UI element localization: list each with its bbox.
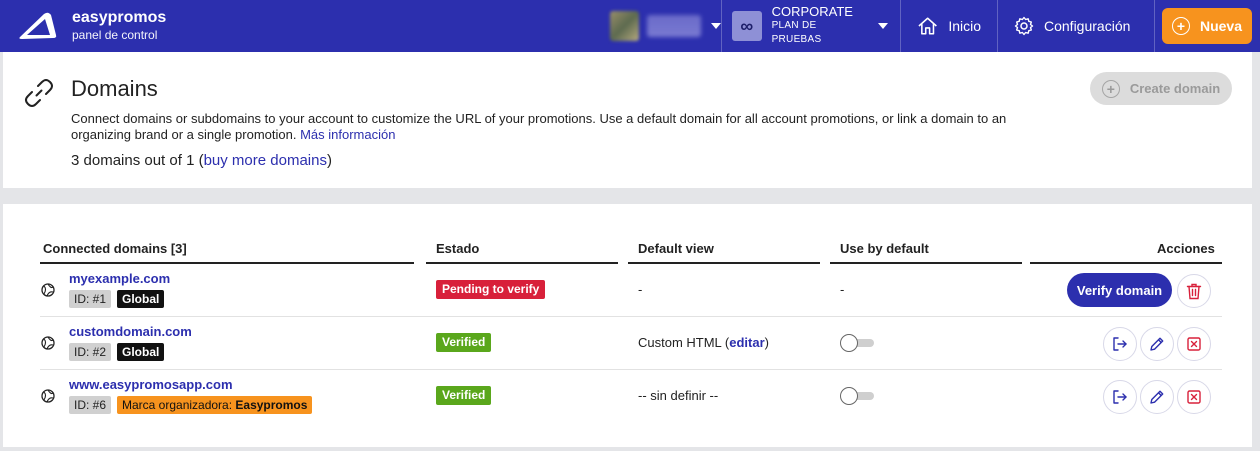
new-button-label: Nueva — [1199, 18, 1243, 34]
row-divider — [40, 369, 1222, 370]
plan-selector[interactable]: ∞ CORPORATE PLAN DE PRUEBAS — [722, 0, 901, 52]
sign-out-icon — [1113, 390, 1127, 404]
brand-subtitle: panel de control — [72, 28, 158, 42]
chevron-down-icon — [711, 23, 721, 29]
pencil-icon — [1150, 390, 1164, 404]
domain-link[interactable]: myexample.com — [69, 271, 170, 286]
open-domain-button[interactable] — [1103, 327, 1137, 361]
plus-circle-icon: + — [1101, 79, 1120, 98]
globe-icon — [41, 389, 55, 403]
domain-id-tag: ID: #6 — [69, 396, 112, 414]
account-name-blurred — [646, 15, 701, 37]
trash-icon — [1186, 283, 1202, 299]
easypromos-logo-icon — [19, 12, 57, 39]
domains-table-card: Connected domains [3] Estado Default vie… — [3, 204, 1252, 447]
nav-settings[interactable]: Configuración — [998, 0, 1155, 52]
chevron-down-icon — [878, 23, 888, 29]
account-switcher[interactable] — [605, 0, 722, 52]
header-divider — [628, 262, 820, 264]
create-domain-button[interactable]: + Create domain — [1090, 72, 1232, 105]
close-square-icon — [1187, 390, 1201, 404]
brand-name: easypromos — [72, 9, 167, 26]
column-header-actions: Acciones — [1157, 241, 1215, 256]
account-avatar — [610, 11, 639, 41]
status-badge: Verified — [436, 333, 492, 352]
domain-link[interactable]: www.easypromosapp.com — [69, 377, 233, 392]
open-domain-button[interactable] — [1103, 380, 1137, 414]
default-view-value: Custom HTML (editar) — [638, 335, 769, 350]
pencil-icon — [1150, 337, 1164, 351]
domain-id-tag: ID: #2 — [69, 343, 112, 361]
status-badge: Verified — [436, 386, 492, 405]
scope-tag: Global — [117, 343, 165, 361]
column-header-default-view: Default view — [638, 241, 714, 256]
remove-domain-button[interactable] — [1177, 327, 1211, 361]
more-info-link[interactable]: Más información — [300, 127, 395, 142]
header-divider — [426, 262, 618, 264]
page-description: Connect domains or subdomains to your ac… — [71, 111, 1007, 142]
header-divider — [1030, 262, 1222, 264]
nav-home-label: Inicio — [948, 18, 981, 34]
header-divider — [40, 262, 414, 264]
home-icon — [918, 17, 937, 35]
close-square-icon — [1187, 337, 1201, 351]
create-domain-label: Create domain — [1129, 81, 1221, 96]
domain-id-tag: ID: #1 — [69, 290, 112, 308]
nav-settings-label: Configuración — [1044, 18, 1131, 34]
plan-name: CORPORATE — [771, 4, 853, 19]
edit-domain-button[interactable] — [1140, 327, 1174, 361]
nav-home[interactable]: Inicio — [901, 0, 998, 52]
verify-domain-button[interactable]: Verify domain — [1067, 273, 1172, 307]
plan-subtitle: PLAN DE PRUEBAS — [771, 20, 822, 45]
status-badge: Pending to verify — [436, 280, 546, 299]
domains-header-card: Domains Connect domains or subdomains to… — [3, 52, 1252, 188]
domain-count: 3 domains out of 1 (buy more domains) — [71, 152, 332, 169]
globe-icon — [41, 336, 55, 350]
edit-default-view-link[interactable]: editar — [729, 335, 764, 350]
plus-icon: + — [1171, 17, 1190, 35]
infinity-icon: ∞ — [732, 11, 762, 41]
brand-block[interactable]: easypromos panel de control — [0, 0, 605, 52]
column-header-status: Estado — [436, 241, 480, 256]
use-by-default-value: - — [840, 282, 845, 297]
new-promotion-button[interactable]: + Nueva — [1162, 8, 1252, 44]
edit-domain-button[interactable] — [1140, 380, 1174, 414]
domain-link[interactable]: customdomain.com — [69, 324, 192, 339]
page-title: Domains — [71, 76, 158, 101]
buy-more-domains-link[interactable]: buy more domains — [204, 152, 327, 169]
header-divider — [830, 262, 1022, 264]
default-view-value: -- sin definir -- — [638, 388, 719, 403]
top-navbar: easypromos panel de control ∞ CORPORATE … — [0, 0, 1260, 52]
globe-icon — [41, 283, 55, 297]
brand-scope-tag: Marca organizadora: Easypromos — [117, 396, 313, 414]
default-view-value: - — [638, 282, 643, 297]
delete-domain-button[interactable] — [1177, 274, 1211, 308]
sign-out-icon — [1113, 337, 1127, 351]
link-icon — [25, 79, 53, 107]
use-by-default-toggle[interactable] — [840, 387, 874, 405]
use-by-default-toggle[interactable] — [840, 334, 874, 352]
scope-tag: Global — [117, 290, 165, 308]
column-header-domains: Connected domains [3] — [43, 241, 187, 256]
row-divider — [40, 316, 1222, 317]
gear-icon — [1014, 16, 1034, 36]
column-header-use-by-default: Use by default — [840, 241, 929, 256]
remove-domain-button[interactable] — [1177, 380, 1211, 414]
